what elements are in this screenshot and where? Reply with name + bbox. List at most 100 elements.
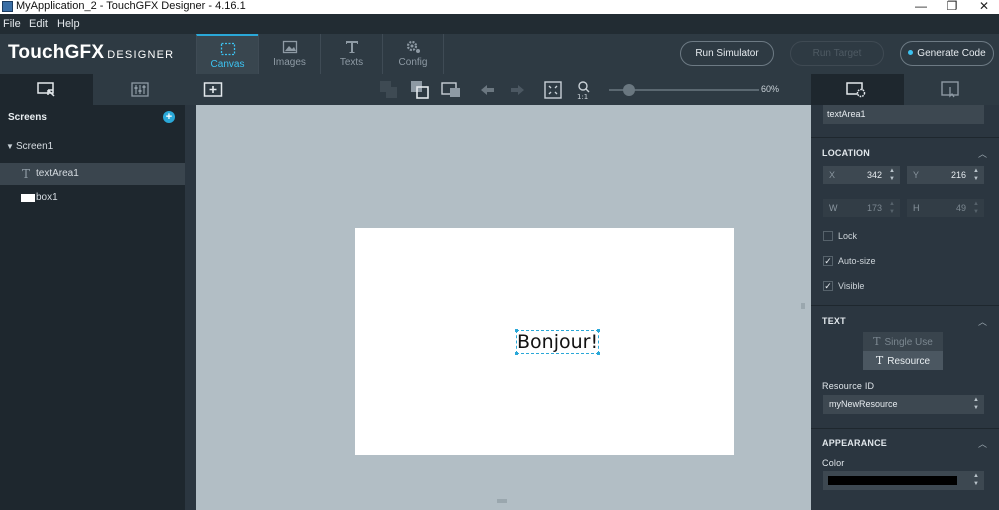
spinner-icon[interactable]: ▲ ▼ (970, 167, 982, 183)
auto-size-checkbox[interactable]: ✓ (823, 256, 833, 266)
bring-forward-icon[interactable] (410, 80, 430, 100)
menu-help[interactable]: Help (57, 18, 80, 30)
canvas-icon (220, 42, 235, 56)
tree-item-label: box1 (36, 192, 58, 203)
w-label: W (829, 203, 838, 213)
screen1-preview[interactable]: Bonjour! (355, 228, 734, 455)
zoom-actual-size-icon[interactable]: 1:1 (575, 80, 595, 100)
menu-edit[interactable]: Edit (29, 18, 48, 30)
canvas-scroll-grip-bottom[interactable] (497, 499, 507, 503)
tab-config[interactable]: Config (382, 34, 444, 74)
panel-splitter[interactable] (185, 105, 196, 510)
app-window: MyApplication_2 - TouchGFX Designer - 4.… (0, 0, 999, 510)
width-field: W 173 ▲ ▼ (823, 199, 900, 217)
color-label: Color (822, 458, 845, 468)
tab-widgets[interactable] (93, 74, 185, 105)
resize-handle[interactable] (515, 352, 518, 355)
canvas-text-area[interactable]: Bonjour! (515, 329, 600, 355)
spinner-icon[interactable]: ▲ ▼ (886, 167, 898, 183)
tree-item-textarea1[interactable]: T textArea1 (0, 163, 185, 185)
properties-panel: textArea1 LOCATION ︿ X 342 ▲ ▼ Y 216 ▲ ▼ W… (811, 105, 999, 510)
tab-properties[interactable] (811, 74, 904, 105)
menu-file[interactable]: File (3, 18, 21, 30)
screen-select-icon (37, 82, 55, 97)
restore-button[interactable]: ❐ (934, 0, 970, 14)
redo-icon[interactable] (507, 80, 527, 100)
appearance-title: APPEARANCE (822, 438, 888, 448)
h-value: 49 (955, 203, 966, 213)
lock-checkbox[interactable] (823, 231, 833, 241)
design-canvas[interactable]: Bonjour! (196, 105, 811, 510)
text-icon: T (875, 354, 884, 367)
tab-config-label: Config (398, 57, 428, 68)
tree-item-screen1[interactable]: ▼ Screen1 (0, 136, 185, 158)
chevron-down-icon: ▼ (6, 142, 14, 151)
tab-texts-label: Texts (339, 57, 364, 68)
send-backward-icon[interactable] (379, 80, 399, 100)
collapse-icon[interactable]: ︿ (978, 437, 987, 450)
text-mode-toggle: T Single Use T Resource (863, 332, 943, 370)
visible-checkbox[interactable]: ✓ (823, 281, 833, 291)
resource-id-value: myNewResource (829, 399, 898, 409)
sliders-icon (131, 82, 149, 97)
single-use-option[interactable]: T Single Use (863, 332, 943, 351)
main-header: TouchGFX DESIGNER Canvas Images Texts Con… (0, 34, 999, 74)
run-target-button[interactable]: Run Target (790, 41, 884, 66)
resize-handle[interactable] (597, 352, 600, 355)
x-field[interactable]: X 342 ▲ ▼ (823, 166, 900, 184)
generate-code-label: Generate Code (917, 48, 986, 59)
color-swatch (828, 476, 957, 485)
single-use-label: Single Use (884, 337, 933, 348)
canvas-toolbar: 1:1 60% (185, 74, 811, 105)
visible-label: Visible (838, 281, 865, 291)
tab-canvas-label: Canvas (210, 59, 245, 70)
auto-size-label: Auto-size (838, 256, 876, 266)
resize-handle[interactable] (515, 329, 518, 332)
undo-icon[interactable] (478, 80, 498, 100)
canvas-text: Bonjour! (517, 331, 599, 353)
interaction-icon (941, 81, 959, 98)
canvas-scroll-grip-right[interactable] (801, 303, 805, 309)
right-panel-tabs (811, 74, 999, 105)
y-field[interactable]: Y 216 ▲ ▼ (907, 166, 984, 184)
status-dot (908, 49, 914, 55)
touchgfx-logo: TouchGFX DESIGNER (8, 42, 174, 64)
app-icon (2, 1, 13, 12)
text-widget-icon: T (22, 167, 31, 181)
tree-item-box1[interactable]: box1 (0, 187, 185, 209)
h-label: H (913, 203, 920, 213)
tab-images-label: Images (273, 57, 306, 68)
resize-handle[interactable] (597, 329, 600, 332)
w-value: 173 (866, 203, 882, 213)
tab-screens-tree[interactable] (0, 74, 93, 105)
appearance-section: APPEARANCE ︿ Color (811, 428, 999, 510)
screens-panel: Screens + ▼ Screen1 T textArea1 box1 (0, 105, 185, 510)
tab-images[interactable]: Images (258, 34, 320, 74)
color-picker[interactable]: ▲ ▼ (823, 471, 984, 490)
add-screen-icon[interactable] (203, 80, 223, 100)
run-simulator-button[interactable]: Run Simulator (680, 41, 774, 66)
y-label: Y (913, 170, 920, 180)
tab-interactions[interactable] (904, 74, 999, 105)
text-icon (345, 41, 358, 53)
spinner-icon: ▲ ▼ (889, 201, 895, 215)
close-button[interactable]: ✕ (966, 0, 999, 14)
fit-to-screen-icon[interactable] (543, 80, 563, 100)
logo-subtitle: DESIGNER (107, 49, 175, 61)
resource-option[interactable]: T Resource (863, 351, 943, 370)
tab-texts[interactable]: Texts (320, 34, 382, 74)
logo-name: TouchGFX (8, 42, 105, 63)
properties-icon (846, 82, 866, 98)
left-panel-tabs (0, 74, 185, 105)
resource-id-select[interactable]: myNewResource ▲ ▼ (823, 395, 984, 414)
add-screen-button[interactable]: + (163, 111, 175, 123)
arrange-icon[interactable] (441, 80, 461, 100)
select-arrows-icon: ▲ ▼ (973, 397, 979, 411)
zoom-slider-handle[interactable] (623, 84, 635, 96)
location-section: LOCATION ︿ X 342 ▲ ▼ Y 216 ▲ ▼ W 173 ▲ ▼ H … (811, 137, 999, 305)
generate-code-button[interactable]: Generate Code (900, 41, 994, 66)
widget-name-field[interactable]: textArea1 (823, 105, 984, 124)
collapse-icon[interactable]: ︿ (978, 147, 987, 160)
collapse-icon[interactable]: ︿ (978, 315, 987, 328)
tab-canvas[interactable]: Canvas (196, 34, 258, 74)
